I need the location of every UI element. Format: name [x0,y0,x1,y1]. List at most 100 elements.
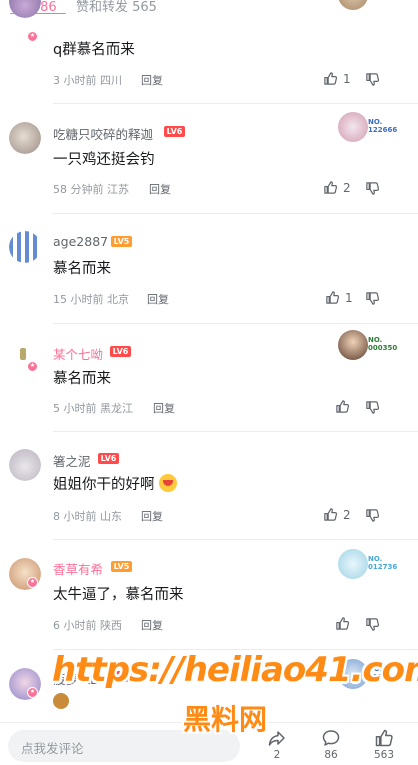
comment-text: 姐姐你干的好啊 [53,473,177,494]
level-badge: LV6 [98,453,119,464]
username[interactable]: age2887 [53,234,108,249]
fan-medal: NO. 000350 [338,330,416,360]
like-count: 2 [343,180,351,195]
avatar[interactable] [9,0,41,18]
like-count: 1 [345,290,353,305]
thumbs-down-icon [366,182,380,195]
username[interactable]: 箸之泥 [53,451,91,470]
comment-time: 5 小时前 黑龙江 [53,402,133,415]
reply-button[interactable]: 回复 [141,508,163,524]
dislike-button[interactable] [365,181,380,196]
level-badge: LV5 [111,236,132,247]
comment-item: 箸之泥 LV6 姐姐你干的好啊 8 小时前 山东 回复 2 [0,433,418,541]
like-button[interactable]: 1 [325,290,353,305]
reply-button[interactable]: 回复 [147,291,169,307]
reply-button[interactable]: 回复 [141,617,163,633]
reply-button[interactable]: 回复 [153,400,175,416]
avatar-badge-icon: ★ [27,31,38,42]
comment-item: ★ 某个七呦 LV6 NO. 000350 慕名而来 5 小时前 黑龙江 回复 [0,325,418,433]
avatar-badge-icon: ★ [27,687,38,698]
medal-number: NO. 122666 [368,118,398,134]
like-post-button[interactable]: 563 [364,728,404,761]
thumbs-down-icon [366,401,380,414]
medal-number: NO. 026873 [368,665,398,681]
divider [53,649,418,650]
comment-time: 58 分钟前 江苏 [53,183,129,196]
comment-bubble-icon [322,730,340,746]
comment-time: 6 小时前 陕西 [53,619,122,632]
thumbs-up-icon [324,72,338,85]
comment-item: ★ 菠萝 KLss LV6 NO. 026873 [0,651,418,722]
like-button[interactable] [335,616,350,631]
emoji-icon [53,693,69,709]
thumbs-up-icon [336,400,350,413]
dislike-button[interactable] [365,508,380,523]
thumbs-down-icon [366,73,380,86]
avatar-badge-icon: ★ [27,361,38,372]
like-button[interactable] [335,399,350,414]
comment-text: 慕名而来 [53,371,111,387]
thumbs-up-icon [326,291,340,304]
fan-medal: NO. 012736 [338,549,416,579]
comment-count: 86 [324,749,338,761]
divider [53,539,418,540]
divider [53,431,418,432]
username[interactable]: 某个七呦 [53,344,103,363]
thumbs-down-icon [366,509,380,522]
comment-button[interactable]: 86 [311,728,351,761]
level-badge: LV5 [111,561,132,572]
avatar[interactable] [9,231,41,263]
divider [53,103,418,104]
comment-item: 吃糖只咬碎的释迦 LV6 NO. 122666 一只鸡还挺会钓 58 分钟前 江… [0,105,418,215]
thumbs-up-icon [336,617,350,630]
comment-item: age2887 LV5 慕名而来 15 小时前 北京 回复 1 [0,215,418,325]
dislike-button[interactable] [365,291,380,306]
comment-time: 15 小时前 北京 [53,293,129,306]
divider [53,213,418,214]
dislike-button[interactable] [365,617,380,632]
username[interactable]: 吃糖只咬碎的释迦 [53,124,153,143]
thumbs-down-icon [366,618,380,631]
bottom-bar: 点我发评论 2 86 563 [0,722,418,765]
divider [53,323,418,324]
medal-number: NO. 012736 [368,555,398,571]
like-count: 563 [373,749,395,761]
level-badge: LV6 [110,346,131,357]
fan-medal: NO. 122666 [338,112,416,142]
reply-button[interactable]: 回复 [141,72,163,88]
thumbs-up-icon [324,508,338,521]
medal-number: NO. 000350 [368,336,398,352]
username[interactable]: 菠萝 KLss [53,669,110,688]
thumbs-down-icon [366,292,380,305]
thumbs-up-icon [375,729,393,747]
avatar[interactable] [9,449,41,481]
like-count: 1 [343,71,351,86]
username[interactable]: 香草有希 [53,559,103,578]
dislike-button[interactable] [365,72,380,87]
level-badge: LV6 [116,671,137,682]
comment-input-placeholder: 点我发评论 [21,741,84,756]
comment-text: q群慕名而来 [53,42,135,58]
level-badge: LV6 [164,126,185,137]
comment-item: ★ q群慕名而来 3 小时前 四川 回复 1 [0,0,418,105]
share-icon [268,731,285,746]
like-button[interactable]: 2 [323,507,351,522]
avatar-badge-icon: ★ [27,577,38,588]
comment-time: 8 小时前 山东 [53,510,122,523]
share-button[interactable]: 2 [257,728,297,761]
share-count: 2 [273,749,281,761]
comment-input[interactable]: 点我发评论 [8,730,240,762]
like-button[interactable]: 1 [323,71,351,86]
fan-medal [338,0,416,10]
like-count: 2 [343,507,351,522]
dislike-button[interactable] [365,400,380,415]
comment-text: 一只鸡还挺会钓 [53,152,155,168]
comment-text: 太牛逼了，慕名而来 [53,587,184,603]
fan-medal: NO. 026873 [338,659,416,689]
like-button[interactable]: 2 [323,180,351,195]
comment-item: ★ 香草有希 LV5 NO. 012736 太牛逼了，慕名而来 6 小时前 陕西… [0,541,418,651]
reply-button[interactable]: 回复 [149,181,171,197]
thumbs-up-icon [324,181,338,194]
comment-time: 3 小时前 四川 [53,74,122,87]
avatar[interactable] [9,122,41,154]
